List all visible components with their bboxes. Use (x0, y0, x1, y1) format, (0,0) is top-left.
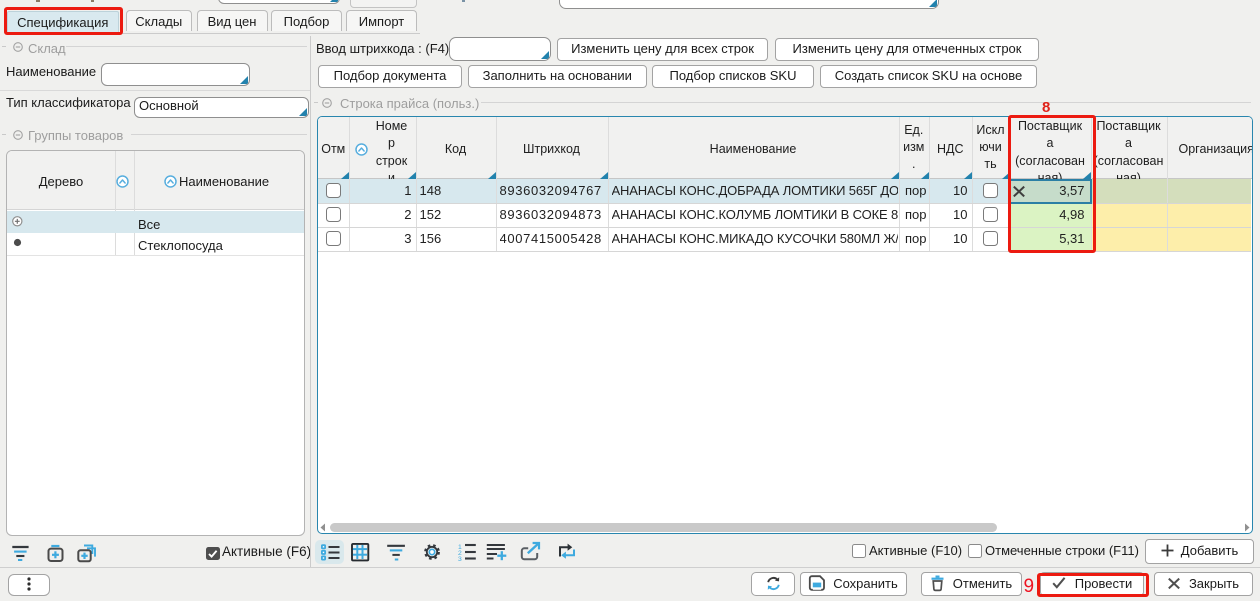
svg-text:3: 3 (458, 556, 462, 563)
